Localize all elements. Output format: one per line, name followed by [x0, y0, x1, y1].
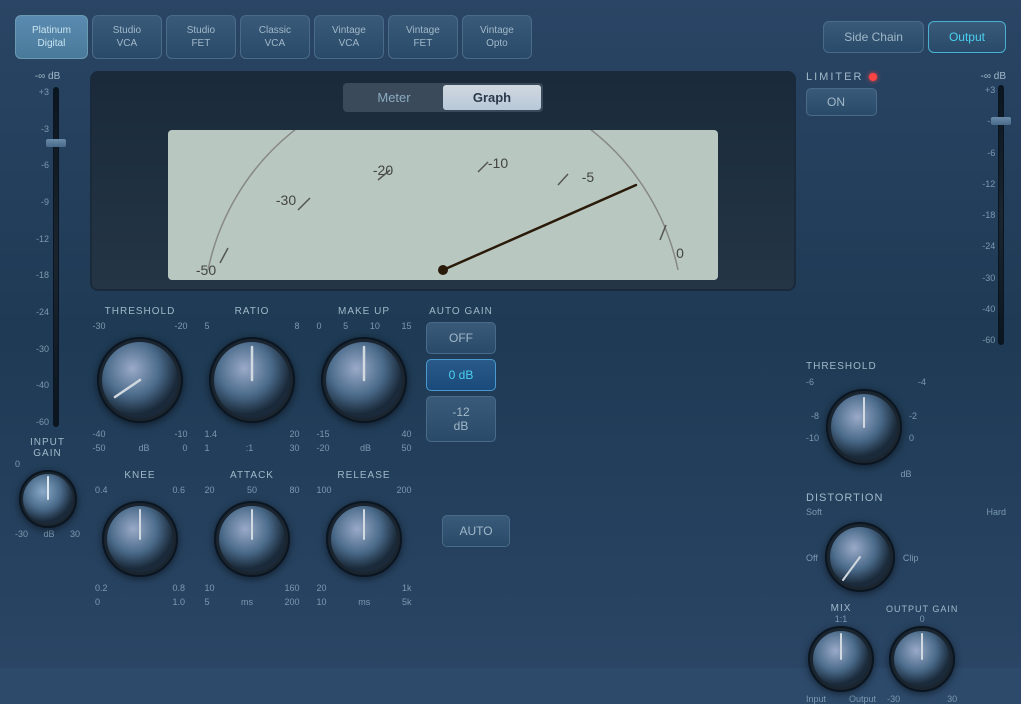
tab-platinum-digital[interactable]: PlatinumDigital — [15, 15, 88, 59]
attack-group: ATTACK 205080 — [202, 470, 302, 607]
limiter-label: LIMITER — [806, 71, 877, 83]
graph-tab[interactable]: Graph — [443, 85, 541, 110]
right-fader-track[interactable] — [998, 85, 1004, 345]
knee-group: KNEE 0.40.6 — [90, 470, 190, 607]
tab-bar: PlatinumDigital StudioVCA StudioFET Clas… — [15, 15, 1006, 59]
release-group: RELEASE 100200 — [314, 470, 414, 607]
tab-studio-vca[interactable]: StudioVCA — [92, 15, 162, 59]
distortion-clip-label: Clip — [903, 553, 919, 563]
threshold-label: THRESHOLD — [105, 306, 176, 317]
threshold-group: THRESHOLD -30-20 — [90, 306, 190, 453]
auto-gain-off-btn[interactable]: OFF — [426, 322, 496, 354]
auto-gain-0db-btn[interactable]: 0 dB — [426, 359, 496, 391]
controls-row1: THRESHOLD -30-20 — [90, 301, 796, 458]
auto-gain-label: AUTO GAIN — [429, 306, 493, 317]
tabs-right: Side Chain Output — [823, 21, 1006, 53]
tab-vintage-fet[interactable]: VintageFET — [388, 15, 458, 59]
auto-release-section: AUTO — [426, 515, 526, 547]
mix-sub: Input Output — [806, 694, 876, 704]
meter-tab[interactable]: Meter — [345, 85, 443, 110]
side-chain-button[interactable]: Side Chain — [823, 21, 924, 53]
distortion-knob[interactable] — [823, 520, 898, 595]
mix-section: MIX 1:1 — [806, 603, 876, 704]
left-panel: -∞ dB +3 -3 -6 -9 -12 -18 -24 — [15, 71, 80, 631]
meter-tabs: Meter Graph — [343, 83, 543, 112]
tab-vintage-opto[interactable]: VintageOpto — [462, 15, 532, 59]
knee-label: KNEE — [124, 470, 155, 481]
auto-gain-group: AUTO GAIN OFF 0 dB -12 dB — [426, 306, 496, 442]
svg-text:-50: -50 — [196, 262, 216, 278]
limiter-led — [869, 73, 877, 81]
main-content: -∞ dB +3 -3 -6 -9 -12 -18 -24 — [15, 71, 1006, 631]
threshold-unit: dB — [806, 469, 1006, 479]
input-gain-fader-track[interactable] — [53, 87, 59, 427]
threshold-right-knob[interactable] — [824, 387, 904, 467]
limiter-on-button[interactable]: ON — [806, 88, 877, 116]
release-knob[interactable] — [324, 499, 404, 579]
threshold-section: THRESHOLD -6 -4 -8 -10 — [806, 361, 1006, 479]
output-gain-label: OUTPUT GAIN — [886, 604, 958, 614]
mix-scale: 1:1 — [835, 614, 848, 624]
mix-output-section: MIX 1:1 — [806, 603, 1006, 704]
output-gain-knob[interactable] — [887, 624, 957, 694]
svg-text:-5: -5 — [582, 169, 595, 185]
tabs-left: PlatinumDigital StudioVCA StudioFET Clas… — [15, 15, 532, 59]
tab-vintage-vca[interactable]: VintageVCA — [314, 15, 384, 59]
ratio-knob[interactable] — [207, 335, 297, 425]
svg-text:0: 0 — [676, 245, 684, 261]
right-panel: LIMITER ON -∞ dB +3 -3 -6 -12 -18 — [806, 71, 1006, 631]
distortion-section: DISTORTION Soft Hard Off — [806, 492, 1006, 595]
mix-knob[interactable] — [806, 624, 876, 694]
release-label: RELEASE — [337, 470, 390, 481]
input-gain-label: INPUT GAIN — [15, 437, 80, 459]
mix-label: MIX — [831, 603, 852, 614]
threshold-right-label: THRESHOLD — [806, 361, 1006, 372]
center-panel: Meter Graph -50 — [90, 71, 796, 631]
plugin-container: PlatinumDigital StudioVCA StudioFET Clas… — [0, 0, 1021, 668]
input-gain-fader-thumb[interactable] — [46, 139, 66, 147]
right-fader-section: -∞ dB +3 -3 -6 -12 -18 -24 -30 -40 -60 — [981, 71, 1006, 345]
meter-display: Meter Graph -50 — [90, 71, 796, 291]
knee-knob[interactable] — [100, 499, 180, 579]
makeup-knob[interactable] — [319, 335, 409, 425]
limiter-section: LIMITER ON -∞ dB +3 -3 -6 -12 -18 — [806, 71, 1006, 345]
output-button[interactable]: Output — [928, 21, 1006, 53]
attack-knob[interactable] — [212, 499, 292, 579]
vu-meter: -50 -30 -20 -10 -5 — [102, 130, 784, 280]
svg-text:-10: -10 — [488, 155, 508, 171]
distortion-sublabels: Soft Hard — [806, 507, 1006, 517]
attack-label: ATTACK — [230, 470, 274, 481]
distortion-label: DISTORTION — [806, 492, 1006, 504]
input-gain-knob[interactable] — [18, 469, 78, 529]
svg-text:-30: -30 — [276, 192, 296, 208]
svg-text:-20: -20 — [373, 162, 393, 178]
ratio-group: RATIO 58 — [202, 306, 302, 453]
tab-classic-vca[interactable]: ClassicVCA — [240, 15, 310, 59]
tab-studio-fet[interactable]: StudioFET — [166, 15, 236, 59]
auto-gain-12db-btn[interactable]: -12 dB — [426, 396, 496, 442]
ratio-label: RATIO — [235, 306, 270, 317]
input-db-label: -∞ dB — [35, 71, 60, 82]
output-gain-section: OUTPUT GAIN 0 — [886, 604, 958, 704]
right-fader-thumb[interactable] — [991, 117, 1011, 125]
makeup-label: MAKE UP — [338, 306, 390, 317]
distortion-off-label: Off — [806, 553, 818, 563]
controls-row2: KNEE 0.40.6 — [90, 468, 796, 609]
threshold-knob[interactable] — [95, 335, 185, 425]
output-db-label: -∞ dB — [981, 71, 1006, 82]
auto-release-btn[interactable]: AUTO — [442, 515, 509, 547]
makeup-group: MAKE UP 051015 — [314, 306, 414, 453]
